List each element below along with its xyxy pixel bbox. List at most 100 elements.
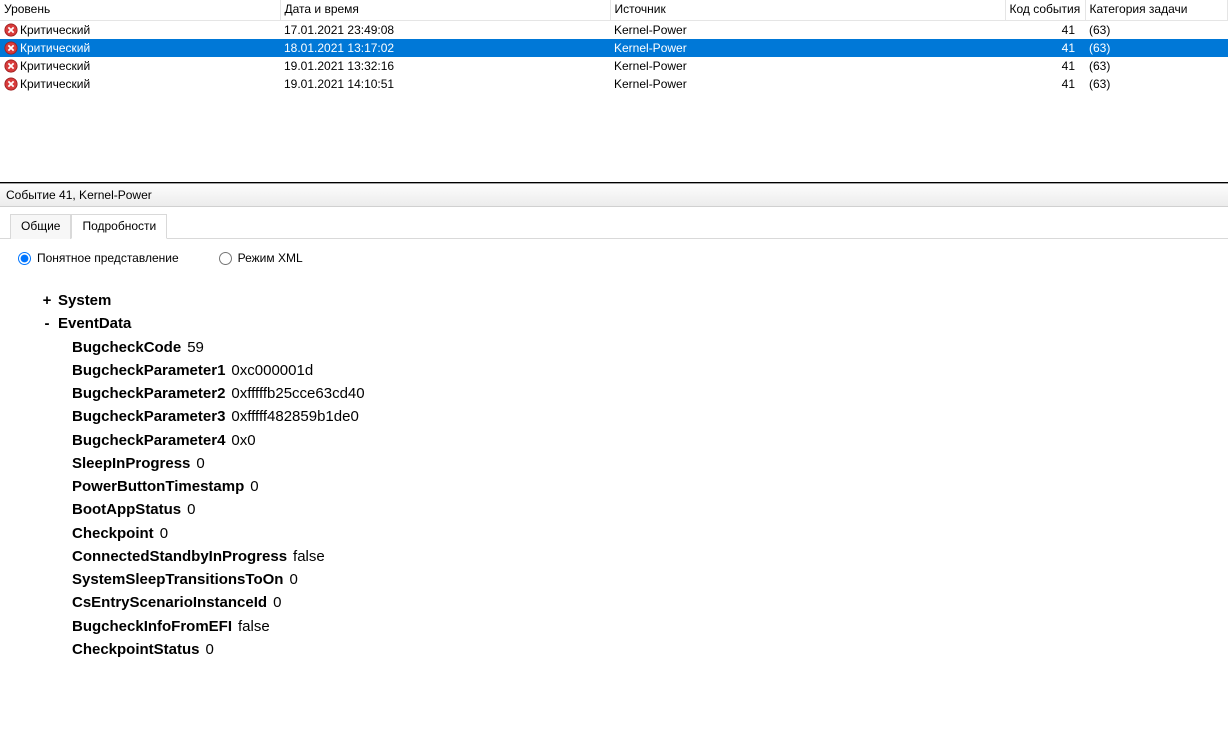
eventdata-value: 0x0	[231, 429, 255, 452]
eventdata-entry: BugcheckInfoFromEFI false	[72, 615, 1188, 638]
cell-eventid: 41	[1005, 21, 1085, 40]
table-row[interactable]: Критический 19.01.2021 14:10:51Kernel-Pow…	[0, 75, 1228, 93]
col-header-level[interactable]: Уровень	[0, 0, 280, 21]
eventdata-value: 0	[273, 591, 281, 614]
eventdata-value: 0xc000001d	[231, 359, 313, 382]
details-pane: Событие 41, Kernel-Power Общие Подробнос…	[0, 183, 1228, 681]
error-icon	[4, 77, 18, 91]
eventdata-key: SystemSleepTransitionsToOn	[72, 568, 283, 591]
cell-source: Kernel-Power	[610, 75, 1005, 93]
level-cell: Критический	[4, 23, 276, 37]
tab-details[interactable]: Подробности	[71, 214, 167, 239]
eventdata-key: Checkpoint	[72, 522, 154, 545]
eventdata-entry: SystemSleepTransitionsToOn 0	[72, 568, 1188, 591]
cell-datetime: 19.01.2021 14:10:51	[280, 75, 610, 93]
level-text: Критический	[20, 41, 90, 55]
eventdata-value: 0	[289, 568, 297, 591]
error-icon	[4, 23, 18, 37]
eventdata-key: BugcheckParameter1	[72, 359, 225, 382]
collapse-icon[interactable]: -	[40, 312, 54, 335]
eventdata-key: BugcheckParameter2	[72, 382, 225, 405]
col-header-datetime[interactable]: Дата и время	[280, 0, 610, 21]
cell-datetime: 18.01.2021 13:17:02	[280, 39, 610, 57]
eventdata-key: BugcheckParameter4	[72, 429, 225, 452]
expand-icon[interactable]: +	[40, 289, 54, 312]
eventdata-entry: BugcheckParameter1 0xc000001d	[72, 359, 1188, 382]
eventdata-value: 0xfffffb25cce63cd40	[231, 382, 364, 405]
eventdata-value: 0	[187, 498, 195, 521]
event-list-table: Уровень Дата и время Источник Код событи…	[0, 0, 1228, 93]
eventdata-entry: CheckpointStatus 0	[72, 638, 1188, 661]
table-row[interactable]: Критический 18.01.2021 13:17:02Kernel-Pow…	[0, 39, 1228, 57]
tree-node-eventdata[interactable]: - EventData	[40, 312, 1188, 335]
radio-friendly-view[interactable]: Понятное представление	[18, 251, 179, 265]
radio-xml-input[interactable]	[219, 252, 232, 265]
eventdata-key: BugcheckInfoFromEFI	[72, 615, 232, 638]
list-empty-area	[0, 93, 1228, 183]
cell-source: Kernel-Power	[610, 21, 1005, 40]
level-cell: Критический	[4, 41, 276, 55]
eventdata-key: CheckpointStatus	[72, 638, 200, 661]
details-tabs: Общие Подробности	[0, 207, 1228, 239]
eventdata-value: 0	[196, 452, 204, 475]
eventdata-entry: BugcheckParameter3 0xfffff482859b1de0	[72, 405, 1188, 428]
cell-datetime: 17.01.2021 23:49:08	[280, 21, 610, 40]
details-title: Событие 41, Kernel-Power	[0, 184, 1228, 207]
eventdata-value: 59	[187, 336, 204, 359]
eventdata-entry: Checkpoint 0	[72, 522, 1188, 545]
error-icon	[4, 59, 18, 73]
level-cell: Критический	[4, 59, 276, 73]
eventdata-key: SleepInProgress	[72, 452, 190, 475]
col-header-source[interactable]: Источник	[610, 0, 1005, 21]
cell-category: (63)	[1085, 75, 1228, 93]
cell-datetime: 19.01.2021 13:32:16	[280, 57, 610, 75]
col-header-category[interactable]: Категория задачи	[1085, 0, 1228, 21]
eventdata-values: BugcheckCode 59BugcheckParameter1 0xc00000…	[72, 336, 1188, 662]
eventdata-key: ConnectedStandbyInProgress	[72, 545, 287, 568]
tree-node-system[interactable]: + System	[40, 289, 1188, 312]
eventdata-value: 0	[206, 638, 214, 661]
radio-friendly-label: Понятное представление	[37, 251, 179, 265]
col-header-eventid[interactable]: Код события	[1005, 0, 1085, 21]
eventdata-value: 0	[160, 522, 168, 545]
eventdata-entry: SleepInProgress 0	[72, 452, 1188, 475]
cell-eventid: 41	[1005, 57, 1085, 75]
eventdata-entry: BugcheckCode 59	[72, 336, 1188, 359]
eventdata-entry: BootAppStatus0	[72, 498, 1188, 521]
event-xml-tree: + System - EventData BugcheckCode59Bugch…	[0, 269, 1228, 681]
view-mode-radios: Понятное представление Режим XML	[0, 239, 1228, 269]
level-cell: Критический	[4, 77, 276, 91]
cell-eventid: 41	[1005, 39, 1085, 57]
cell-category: (63)	[1085, 21, 1228, 40]
cell-source: Kernel-Power	[610, 57, 1005, 75]
eventdata-entry: BugcheckParameter2 0xfffffb25cce63cd40	[72, 382, 1188, 405]
eventdata-value: 0xfffff482859b1de0	[231, 405, 358, 428]
radio-friendly-input[interactable]	[18, 252, 31, 265]
table-row[interactable]: Критический 19.01.2021 13:32:16Kernel-Pow…	[0, 57, 1228, 75]
eventdata-value: false	[293, 545, 325, 568]
cell-category: (63)	[1085, 39, 1228, 57]
eventdata-key: BugcheckCode	[72, 336, 181, 359]
radio-xml-label: Режим XML	[238, 251, 303, 265]
eventdata-key: CsEntryScenarioInstanceId	[72, 591, 267, 614]
table-header-row: Уровень Дата и время Источник Код событи…	[0, 0, 1228, 21]
tree-node-system-label: System	[58, 289, 111, 312]
tab-general[interactable]: Общие	[10, 214, 71, 239]
radio-xml-view[interactable]: Режим XML	[219, 251, 303, 265]
tree-node-eventdata-label: EventData	[58, 312, 131, 335]
cell-category: (63)	[1085, 57, 1228, 75]
error-icon	[4, 41, 18, 55]
eventdata-key: BugcheckParameter3	[72, 405, 225, 428]
eventdata-value: false	[238, 615, 270, 638]
table-row[interactable]: Критический 17.01.2021 23:49:08Kernel-Pow…	[0, 21, 1228, 40]
cell-source: Kernel-Power	[610, 39, 1005, 57]
eventdata-key: PowerButtonTimestamp	[72, 475, 244, 498]
eventdata-entry: PowerButtonTimestamp 0	[72, 475, 1188, 498]
eventdata-value: 0	[250, 475, 258, 498]
level-text: Критический	[20, 23, 90, 37]
level-text: Критический	[20, 77, 90, 91]
eventdata-entry: CsEntryScenarioInstanceId 0	[72, 591, 1188, 614]
eventdata-entry: BugcheckParameter4 0x0	[72, 429, 1188, 452]
cell-eventid: 41	[1005, 75, 1085, 93]
level-text: Критический	[20, 59, 90, 73]
